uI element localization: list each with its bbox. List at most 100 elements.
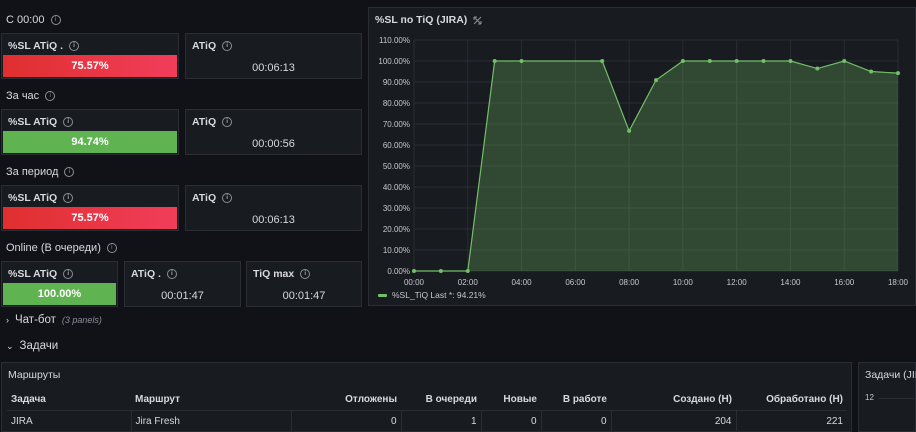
data-point [842,59,847,63]
tasks-jira-title: Задачи (JIRA [865,369,916,381]
stat-panel-sl-period: %SL ATiQ i 75.57% [1,185,179,231]
table-cell: 204 [610,410,736,431]
stat-value: 00:01:47 [161,290,204,302]
stat-panel-atiq-last-hour: ATiQ i 00:00:56 [185,109,362,155]
table-row[interactable]: JIRA Jira Fresh 0 1 0 0 204 221 [7,410,847,431]
info-icon[interactable]: i [64,167,75,177]
info-icon[interactable]: i [222,117,233,127]
stat-value-bar: 75.57% [3,55,177,77]
tasks-jira-panel: Задачи (JIRA 12 [858,362,916,432]
stat-value-bar: 94.74% [3,131,177,153]
table-cell: Jira Fresh [130,410,291,431]
y-tick-label: 100.00% [378,57,410,66]
y-tick-label: 20.00% [383,225,410,234]
y-tick-label: 10.00% [383,246,410,255]
y-tick-label: 80.00% [383,99,410,108]
section-title-last-hour: За час i [6,90,56,102]
column-header[interactable]: В очереди [401,388,481,411]
column-header[interactable]: Обработано (Н) [736,388,847,411]
stat-panel-atiq-online: ATiQ .i 00:01:47 [124,261,241,307]
table-cell: 1 [400,410,481,431]
x-tick-label: 08:00 [619,278,640,287]
chart-legend[interactable]: %SL_TiQ Last *: 94.21% [378,290,486,300]
x-tick-label: 18:00 [888,278,909,287]
data-point [707,59,712,63]
y-tick-label: 70.00% [383,120,410,129]
row-toggle-tasks[interactable]: ⌄ Задачи [6,340,58,352]
info-icon[interactable]: i [50,15,61,25]
info-icon[interactable]: i [45,91,56,101]
data-point [438,269,443,273]
x-tick-label: 10:00 [673,278,694,287]
series-area [414,61,898,271]
data-point [815,66,820,71]
data-point [734,59,739,63]
x-tick-label: 16:00 [834,278,855,287]
table-cell: 0 [480,410,541,431]
chevron-right-icon: › [6,315,9,325]
data-point [627,128,632,133]
info-icon[interactable]: i [69,41,80,51]
stat-value: 00:00:56 [252,138,295,150]
y-tick-label: 40.00% [383,183,410,192]
data-point [600,59,605,63]
data-point [680,59,685,63]
stat-panel-atiq-period: ATiQ i 00:06:13 [185,185,362,231]
stat-panel-atiq-since-midnight: ATiQ i 00:06:13 [185,33,362,79]
data-point [412,269,416,273]
y-tick-label: 12 [865,393,874,402]
row-toggle-chat-bot[interactable]: › Чат-бот (3 panels) [6,314,102,326]
section-title-online: Online (В очереди) i [6,242,117,254]
column-header[interactable]: Задача [7,388,131,411]
column-header[interactable]: Создано (Н) [611,388,736,411]
chevron-down-icon: ⌄ [6,340,14,351]
info-icon[interactable]: i [106,243,117,253]
column-header[interactable]: В работе [541,388,611,411]
x-tick-label: 12:00 [727,278,748,287]
info-icon[interactable]: i [63,269,74,279]
stat-value: 00:06:13 [252,62,295,74]
x-tick-label: 00:00 [404,278,425,287]
y-tick-label: 50.00% [383,162,410,171]
info-icon[interactable]: i [166,269,177,279]
data-point [654,78,658,83]
table-cell: JIRA [7,410,131,431]
x-tick-label: 06:00 [565,278,586,287]
data-point [465,269,470,273]
x-tick-label: 02:00 [458,278,479,287]
grid-line [879,398,916,399]
info-icon[interactable]: i [63,117,74,127]
table-cell: 0 [540,410,611,431]
stat-panel-tiq-max: TiQ max i 00:01:47 [246,261,362,307]
routes-table: Задача Маршрут Отложены В очереди Новые В раб… [7,388,847,431]
data-point [788,59,793,63]
y-tick-label: 110.00% [379,36,410,45]
stat-panel-sl-since-midnight: %SL ATiQ .i 75.57% [1,33,179,79]
column-header[interactable]: Отложены [291,388,401,411]
stat-panel-sl-last-hour: %SL ATiQ i 94.74% [1,109,179,155]
section-title-period: За период i [6,166,75,178]
info-icon[interactable]: i [63,193,74,203]
stat-value-bar: 75.57% [3,207,177,229]
x-tick-label: 14:00 [780,278,801,287]
legend-text: %SL_TiQ Last *: 94.21% [392,290,486,300]
y-tick-label: 90.00% [383,78,410,87]
sl-tiq-area-chart: 0.00% 10.00% 20.00% 30.00% 40.00% 50.00% 60.00… [378,36,909,287]
y-tick-label: 60.00% [383,141,410,150]
data-point [492,59,497,63]
stat-value-bar: 100.00% [3,283,116,305]
x-tick-label: 04:00 [512,278,533,287]
data-point [519,59,524,63]
stat-panel-sl-online: %SL ATiQ i 100.00% [1,261,118,307]
info-icon[interactable]: i [222,193,233,203]
column-header[interactable]: Новые [481,388,541,411]
info-icon[interactable]: i [300,269,311,279]
y-tick-label: 30.00% [383,204,410,213]
column-header[interactable]: Маршрут [131,388,291,411]
legend-swatch [378,293,387,297]
stat-value: 00:01:47 [282,290,326,302]
data-point [761,59,766,63]
section-title-since-midnight: С 00:00 i [6,14,61,26]
data-point [896,71,900,76]
info-icon[interactable]: i [222,41,233,51]
